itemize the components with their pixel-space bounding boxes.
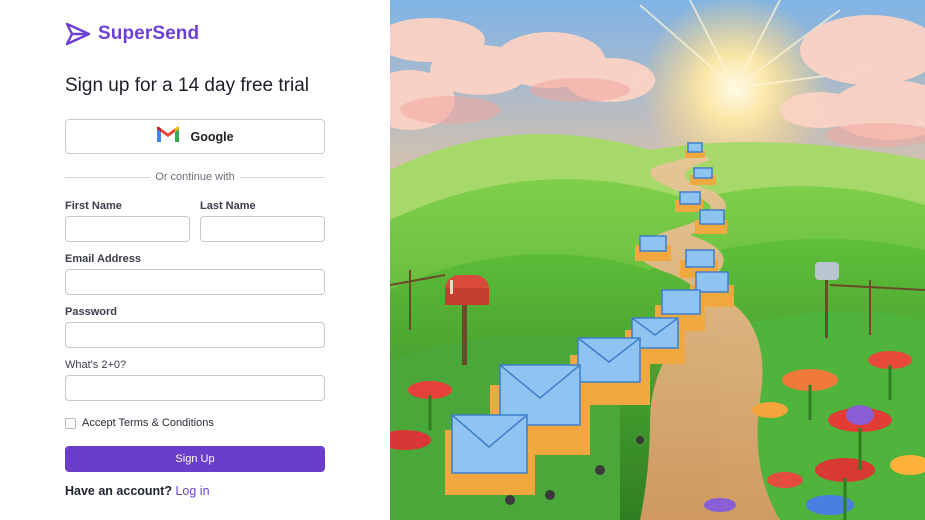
divider: Or continue with	[65, 170, 326, 184]
brand[interactable]: SuperSend	[65, 22, 199, 46]
divider-line-right	[239, 176, 326, 178]
first-name-label: First Name	[65, 200, 122, 212]
email-label: Email Address	[65, 253, 142, 265]
captcha-label: What's 2+0?	[65, 359, 127, 371]
terms-row: Accept Terms & Conditions	[65, 417, 214, 429]
google-signup-button[interactable]: Google	[65, 119, 325, 154]
divider-line-left	[65, 176, 151, 178]
terms-label[interactable]: Accept Terms & Conditions	[82, 417, 214, 429]
hero-illustration	[390, 0, 925, 520]
page-title: Sign up for a 14 day free trial	[65, 75, 309, 96]
gmail-icon	[156, 125, 180, 148]
login-prompt: Have an account? Log in	[65, 484, 210, 498]
login-link[interactable]: Log in	[175, 484, 209, 498]
last-name-label: Last Name	[200, 200, 256, 212]
paper-plane-icon	[65, 22, 91, 46]
email-field[interactable]	[65, 269, 325, 295]
first-name-field[interactable]	[65, 216, 190, 242]
login-prompt-text: Have an account?	[65, 484, 172, 498]
divider-text: Or continue with	[155, 171, 235, 183]
password-label: Password	[65, 306, 117, 318]
terms-checkbox[interactable]	[65, 417, 76, 429]
hero-image	[390, 0, 925, 520]
captcha-field[interactable]	[65, 375, 325, 401]
brand-name: SuperSend	[98, 23, 200, 44]
password-field[interactable]	[65, 322, 325, 348]
sign-up-button[interactable]: Sign Up	[65, 446, 325, 472]
last-name-field[interactable]	[200, 216, 325, 242]
signup-panel: SuperSend Sign up for a 14 day free tria…	[0, 0, 390, 520]
google-button-label: Google	[190, 129, 234, 144]
